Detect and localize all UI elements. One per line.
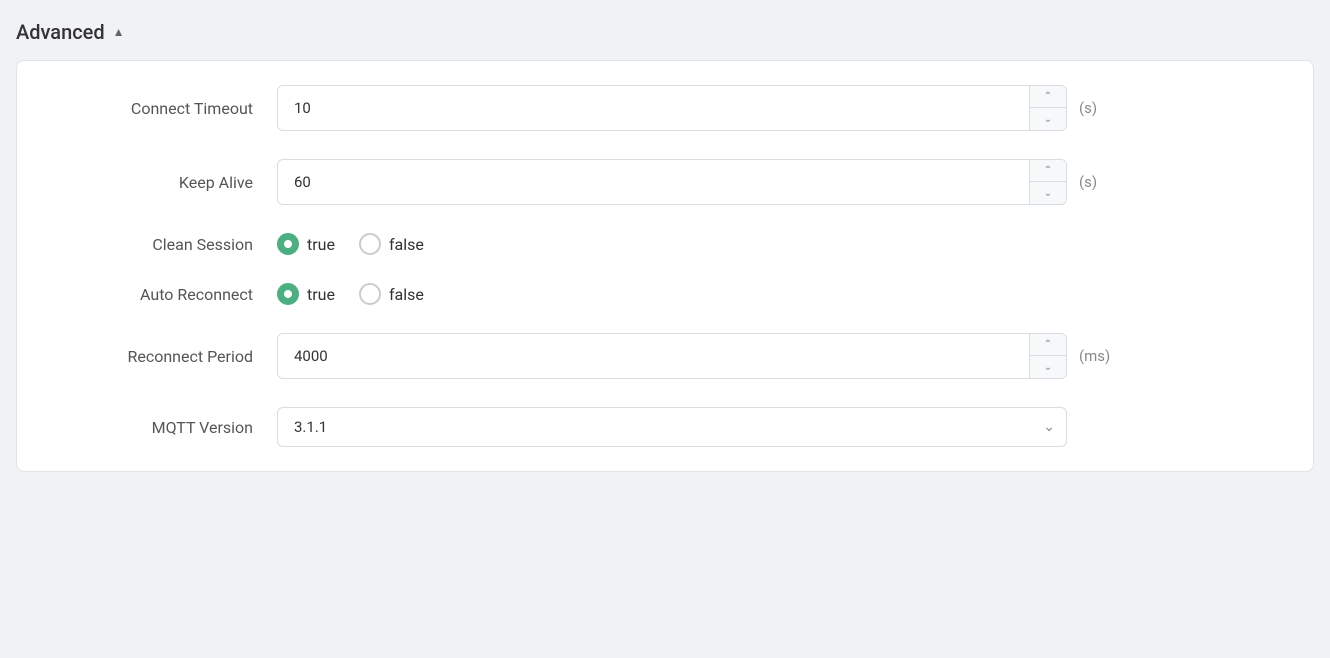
mqtt-version-row: MQTT Version 3.1.1 3.1 5.0 ⌄ bbox=[57, 407, 1273, 447]
reconnect-period-input[interactable] bbox=[278, 334, 1029, 378]
auto-reconnect-false-option[interactable]: false bbox=[359, 283, 424, 305]
connect-timeout-input-wrapper: ⌃ ⌄ bbox=[277, 85, 1067, 131]
mqtt-version-select-wrapper: 3.1.1 3.1 5.0 ⌄ bbox=[277, 407, 1067, 447]
mqtt-version-select[interactable]: 3.1.1 3.1 5.0 bbox=[277, 407, 1067, 447]
clean-session-false-label: false bbox=[389, 235, 424, 254]
reconnect-period-up[interactable]: ⌃ bbox=[1030, 334, 1066, 356]
keep-alive-input[interactable] bbox=[278, 160, 1029, 204]
keep-alive-row: Keep Alive ⌃ ⌄ (s) bbox=[57, 159, 1273, 205]
auto-reconnect-false-radio[interactable] bbox=[359, 283, 381, 305]
clean-session-row: Clean Session true false bbox=[57, 233, 1273, 255]
section-header: Advanced ▲ bbox=[16, 16, 1314, 48]
connect-timeout-row: Connect Timeout ⌃ ⌄ (s) bbox=[57, 85, 1273, 131]
collapse-icon[interactable]: ▲ bbox=[113, 25, 125, 39]
connect-timeout-unit: (s) bbox=[1079, 99, 1115, 117]
keep-alive-down[interactable]: ⌄ bbox=[1030, 182, 1066, 204]
reconnect-period-down[interactable]: ⌄ bbox=[1030, 356, 1066, 378]
keep-alive-unit: (s) bbox=[1079, 173, 1115, 191]
connect-timeout-up[interactable]: ⌃ bbox=[1030, 86, 1066, 108]
keep-alive-up[interactable]: ⌃ bbox=[1030, 160, 1066, 182]
connect-timeout-down[interactable]: ⌄ bbox=[1030, 108, 1066, 130]
clean-session-false-option[interactable]: false bbox=[359, 233, 424, 255]
clean-session-false-radio[interactable] bbox=[359, 233, 381, 255]
auto-reconnect-true-option[interactable]: true bbox=[277, 283, 335, 305]
clean-session-control: true false bbox=[277, 233, 1273, 255]
reconnect-period-spinners: ⌃ ⌄ bbox=[1029, 334, 1066, 378]
page-container: Advanced ▲ Connect Timeout ⌃ ⌄ (s) Keep … bbox=[16, 16, 1314, 472]
clean-session-true-radio[interactable] bbox=[277, 233, 299, 255]
section-title: Advanced bbox=[16, 20, 105, 44]
connect-timeout-spinners: ⌃ ⌄ bbox=[1029, 86, 1066, 130]
auto-reconnect-radio-group: true false bbox=[277, 283, 424, 305]
clean-session-radio-group: true false bbox=[277, 233, 424, 255]
reconnect-period-unit: (ms) bbox=[1079, 347, 1115, 365]
reconnect-period-row: Reconnect Period ⌃ ⌄ (ms) bbox=[57, 333, 1273, 379]
auto-reconnect-control: true false bbox=[277, 283, 1273, 305]
section-body: Connect Timeout ⌃ ⌄ (s) Keep Alive bbox=[16, 60, 1314, 472]
keep-alive-label: Keep Alive bbox=[57, 173, 277, 192]
reconnect-period-input-wrapper: ⌃ ⌄ bbox=[277, 333, 1067, 379]
auto-reconnect-true-label: true bbox=[307, 285, 335, 304]
connect-timeout-label: Connect Timeout bbox=[57, 99, 277, 118]
reconnect-period-control: ⌃ ⌄ (ms) bbox=[277, 333, 1273, 379]
auto-reconnect-label: Auto Reconnect bbox=[57, 285, 277, 304]
mqtt-version-label: MQTT Version bbox=[57, 418, 277, 437]
keep-alive-input-wrapper: ⌃ ⌄ bbox=[277, 159, 1067, 205]
auto-reconnect-row: Auto Reconnect true false bbox=[57, 283, 1273, 305]
auto-reconnect-false-label: false bbox=[389, 285, 424, 304]
connect-timeout-control: ⌃ ⌄ (s) bbox=[277, 85, 1273, 131]
reconnect-period-label: Reconnect Period bbox=[57, 347, 277, 366]
keep-alive-spinners: ⌃ ⌄ bbox=[1029, 160, 1066, 204]
clean-session-label: Clean Session bbox=[57, 235, 277, 254]
clean-session-true-label: true bbox=[307, 235, 335, 254]
keep-alive-control: ⌃ ⌄ (s) bbox=[277, 159, 1273, 205]
mqtt-version-control: 3.1.1 3.1 5.0 ⌄ bbox=[277, 407, 1273, 447]
connect-timeout-input[interactable] bbox=[278, 86, 1029, 130]
clean-session-true-option[interactable]: true bbox=[277, 233, 335, 255]
auto-reconnect-true-radio[interactable] bbox=[277, 283, 299, 305]
